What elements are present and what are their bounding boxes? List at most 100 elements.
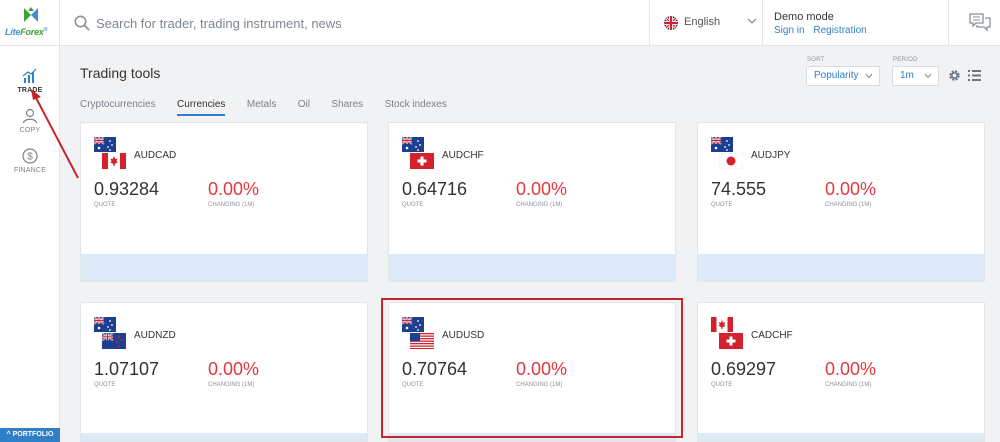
sort-select[interactable]: Popularity (806, 66, 880, 86)
account-panel: Demo mode Sign in Registration (764, 0, 949, 46)
sort-value: Popularity (814, 70, 859, 81)
usa-flag-icon (410, 333, 434, 349)
australia-flag-icon (402, 137, 424, 152)
tab-stock-indexes[interactable]: Stock indexes (385, 99, 447, 114)
logo-wordmark: LiteForex® (5, 27, 48, 37)
australia-flag-icon (94, 317, 116, 332)
chart-icon (22, 68, 37, 83)
sign-in-link[interactable]: Sign in (774, 25, 805, 36)
japan-flag-icon (719, 153, 743, 169)
quote-label: QUOTE (711, 202, 733, 208)
dollar-icon: $ (22, 148, 38, 164)
change-value: 0.00% (825, 179, 877, 199)
quote-label: QUOTE (711, 382, 733, 388)
change-value: 0.00% (825, 359, 877, 379)
portfolio-button[interactable]: ^ PORTFOLIO (0, 428, 60, 442)
search-input[interactable] (96, 12, 616, 34)
language-selector[interactable]: English (651, 0, 763, 46)
chevron-down-icon (747, 18, 757, 24)
change-label: CHANGING (1M) (208, 202, 255, 208)
instrument-card-audchf[interactable]: AUDCHF 0.64716 QUOTE 0.00% CHANGING (1M) (388, 122, 676, 282)
liteforex-logo-icon (24, 7, 38, 22)
change-label: CHANGING (1M) (208, 382, 255, 388)
chat-icon[interactable] (969, 12, 991, 32)
card-footer (81, 254, 367, 281)
change-label: CHANGING (1M) (516, 382, 563, 388)
flag-pair (402, 317, 436, 349)
tab-currencies[interactable]: Currencies (177, 99, 226, 116)
search-icon (74, 15, 90, 31)
change-value: 0.00% (208, 359, 260, 379)
flag-pair (402, 137, 436, 169)
instrument-symbol: CADCHF (751, 330, 793, 341)
instrument-symbol: AUDUSD (442, 330, 485, 341)
instrument-card-audnzd[interactable]: AUDNZD 1.07107 QUOTE 0.00% CHANGING (1M) (80, 302, 368, 442)
sidebar-item-trade[interactable]: TRADE (0, 68, 60, 94)
card-footer (698, 254, 984, 281)
sidebar-item-finance[interactable]: $ FINANCE (0, 148, 60, 174)
flag-pair (711, 137, 745, 169)
tab-oil[interactable]: Oil (298, 99, 310, 114)
instrument-card-audcad[interactable]: AUDCAD 0.93284 QUOTE 0.00% CHANGING (1M) (80, 122, 368, 282)
change-value: 0.00% (516, 359, 568, 379)
quote-value: 0.69297 (711, 359, 777, 379)
flag-pair (711, 317, 745, 349)
tab-cryptocurrencies[interactable]: Cryptocurrencies (80, 99, 156, 114)
australia-flag-icon (402, 317, 424, 332)
instrument-symbol: AUDNZD (134, 330, 176, 341)
quote-value: 74.555 (711, 179, 767, 199)
svg-text:$: $ (27, 152, 33, 163)
search-bar[interactable] (60, 0, 650, 46)
instrument-card-audjpy[interactable]: AUDJPY 74.555 QUOTE 0.00% CHANGING (1M) (697, 122, 985, 282)
chevron-down-icon (924, 73, 932, 79)
gear-icon[interactable] (948, 69, 961, 82)
period-label: PERIOD (893, 57, 918, 63)
users-icon (22, 108, 38, 124)
uk-flag-icon (664, 16, 678, 30)
sidebar-item-label: COPY (19, 127, 41, 134)
instrument-symbol: AUDCAD (134, 150, 177, 161)
registration-link[interactable]: Registration (813, 25, 866, 36)
quote-label: QUOTE (402, 202, 424, 208)
australia-flag-icon (94, 137, 116, 152)
sidebar-item-copy[interactable]: COPY (0, 108, 60, 134)
quote-label: QUOTE (94, 202, 116, 208)
canada-flag-icon (102, 153, 126, 169)
instrument-symbol: AUDJPY (751, 150, 791, 161)
canada-flag-icon (711, 317, 733, 332)
tab-shares[interactable]: Shares (331, 99, 363, 114)
change-value: 0.00% (516, 179, 568, 199)
quote-value: 1.07107 (94, 359, 160, 379)
logo[interactable]: LiteForex® (0, 0, 60, 46)
account-mode: Demo mode (774, 11, 834, 23)
page-title: Trading tools (80, 65, 161, 81)
instrument-symbol: AUDCHF (442, 150, 484, 161)
chevron-down-icon (865, 73, 873, 79)
change-label: CHANGING (1M) (516, 202, 563, 208)
quote-value: 0.70764 (402, 359, 468, 379)
instrument-card-audusd[interactable]: AUDUSD 0.70764 QUOTE 0.00% CHANGING (1M) (388, 302, 676, 442)
list-view-icon[interactable] (968, 70, 981, 81)
switzerland-flag-icon (410, 153, 434, 169)
card-footer (698, 433, 984, 441)
sidebar: TRADE COPY $ FINANCE (0, 46, 60, 442)
quote-value: 0.64716 (402, 179, 468, 199)
sidebar-item-label: TRADE (17, 87, 43, 94)
flag-pair (94, 317, 128, 349)
change-label: CHANGING (1M) (825, 382, 872, 388)
sort-label: SORT (807, 57, 825, 63)
quote-label: QUOTE (402, 382, 424, 388)
period-value: 1m (900, 70, 914, 81)
card-footer (81, 433, 367, 441)
flag-pair (94, 137, 128, 169)
language-label: English (684, 16, 721, 28)
category-tabs: Cryptocurrencies Currencies Metals Oil S… (80, 94, 464, 116)
card-footer (389, 433, 675, 441)
period-select[interactable]: 1m (892, 66, 939, 86)
change-value: 0.00% (208, 179, 260, 199)
instrument-card-cadchf[interactable]: CADCHF 0.69297 QUOTE 0.00% CHANGING (1M) (697, 302, 985, 442)
new-zealand-flag-icon (102, 333, 126, 349)
tab-metals[interactable]: Metals (247, 99, 276, 114)
quote-label: QUOTE (94, 382, 116, 388)
top-header: LiteForex® English Demo mode Sign in Reg… (0, 0, 1000, 46)
